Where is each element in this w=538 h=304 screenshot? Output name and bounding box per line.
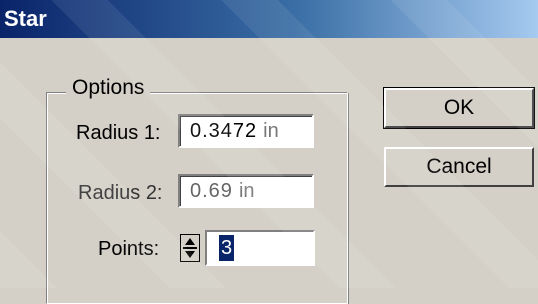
radius1-unit: in <box>263 120 279 142</box>
spin-down-arrow-icon[interactable] <box>185 251 195 258</box>
points-value: 3 <box>219 235 235 261</box>
radius2-unit: in <box>238 180 255 202</box>
title-bar[interactable]: Star <box>0 0 538 38</box>
spin-up-arrow-icon[interactable] <box>185 238 195 245</box>
radius2-label: Radius 2: <box>78 182 163 204</box>
points-label: Points: <box>98 238 160 260</box>
radius2-value: 0.69 <box>190 180 233 202</box>
ok-button[interactable]: OK <box>383 87 535 129</box>
points-field[interactable]: 3 <box>205 230 315 266</box>
radius1-label: Radius 1: <box>76 122 161 144</box>
spin-divider <box>183 247 197 249</box>
radius1-field[interactable]: 0.3472 in <box>178 114 314 148</box>
cancel-button[interactable]: Cancel <box>384 147 534 187</box>
radius1-value: 0.3472 <box>190 120 258 142</box>
options-legend: Options <box>66 76 151 100</box>
spin-arrows-icon[interactable] <box>180 234 200 262</box>
radius2-field[interactable]: 0.69 in <box>178 174 314 208</box>
window-title: Star <box>4 6 47 31</box>
